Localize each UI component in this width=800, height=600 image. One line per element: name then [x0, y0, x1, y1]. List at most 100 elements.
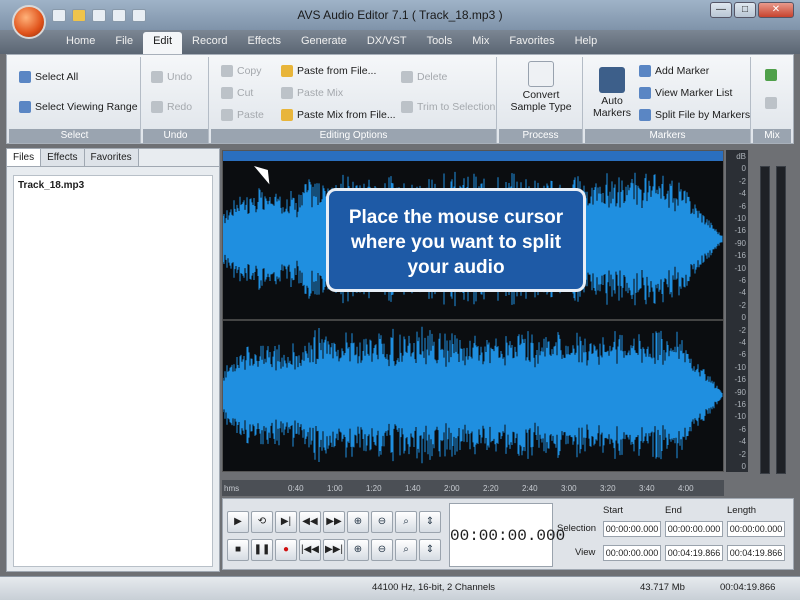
mix-remove-button[interactable]: [765, 97, 777, 109]
mix-add-button[interactable]: [765, 69, 777, 81]
add-marker-button[interactable]: Add Marker: [639, 65, 709, 77]
zoom-in-icon[interactable]: ⊕: [347, 511, 369, 533]
audio-format-text: 44100 Hz, 16-bit, 2 Channels: [372, 582, 496, 593]
paste-from-file-button[interactable]: Paste from File...: [281, 65, 376, 77]
record-button[interactable]: ●: [275, 539, 297, 561]
pause-button[interactable]: ❚❚: [251, 539, 273, 561]
db-tick-label: -6: [738, 424, 746, 434]
tab-effects[interactable]: Effects: [41, 149, 85, 166]
menu-record[interactable]: Record: [182, 30, 237, 54]
time-tick-label: 1:20: [366, 484, 382, 493]
length-header: Length: [727, 505, 757, 516]
stop-button[interactable]: ■: [227, 539, 249, 561]
channel-right[interactable]: [223, 319, 723, 469]
undo-group: Undo Redo Undo: [143, 57, 209, 143]
select-group-label: Select: [9, 129, 140, 143]
view-length-field[interactable]: 00:04:19.866: [727, 545, 785, 561]
view-end-field[interactable]: 00:04:19.866: [665, 545, 723, 561]
tab-files[interactable]: Files: [7, 149, 42, 166]
time-tick-label: 3:40: [639, 484, 655, 493]
zoom-vertical-out-icon[interactable]: ⊖: [371, 539, 393, 561]
duration-text: 00:04:19.866: [720, 582, 776, 593]
undo-button[interactable]: Undo: [151, 71, 192, 83]
select-all-button[interactable]: Select All: [19, 71, 78, 83]
cut-icon: [221, 87, 233, 99]
menu-mix[interactable]: Mix: [462, 30, 499, 54]
editing-group-label: Editing Options: [211, 129, 496, 143]
level-meter-right: [776, 166, 786, 474]
fast-forward-button[interactable]: ▶▶: [323, 511, 345, 533]
go-to-end-button[interactable]: ▶▶|: [323, 539, 345, 561]
menu-home[interactable]: Home: [56, 30, 105, 54]
redo-button[interactable]: Redo: [151, 101, 192, 113]
menu-tools[interactable]: Tools: [417, 30, 463, 54]
loop-button[interactable]: ⟲: [251, 511, 273, 533]
minimize-button[interactable]: —: [710, 2, 732, 18]
time-tick-label: 1:00: [327, 484, 343, 493]
time-tick-label: 0:40: [288, 484, 304, 493]
undo-group-label: Undo: [143, 129, 208, 143]
go-to-start-button[interactable]: |◀◀: [299, 539, 321, 561]
db-tick-label: -16: [734, 400, 746, 409]
convert-sample-type-button[interactable]: Convert Sample Type: [505, 61, 577, 113]
play-selection-button[interactable]: ▶|: [275, 511, 297, 533]
view-start-field[interactable]: 00:00:00.000: [603, 545, 661, 561]
paste-mix-button[interactable]: Paste Mix: [281, 87, 343, 99]
db-ruler: dB 0 -2 -4 -6 -10 -16 -90 -16 -10 -6 -4 -2 0 -2 -4 -6 -10…: [726, 150, 748, 472]
menu-effects[interactable]: Effects: [238, 30, 291, 54]
waveform-right[interactable]: [223, 321, 723, 469]
timecode-display: 00:00:00.000: [449, 503, 565, 567]
markers-group: Auto Markers Add Marker View Marker List…: [585, 57, 751, 143]
delete-button[interactable]: Delete: [401, 71, 447, 83]
trim-to-selection-button[interactable]: Trim to Selection: [401, 101, 495, 113]
menu-generate[interactable]: Generate: [291, 30, 357, 54]
zoom-selection-icon[interactable]: ⌕: [395, 511, 417, 533]
mix-group: Mix: [753, 57, 791, 143]
auto-markers-button[interactable]: Auto Markers: [589, 67, 635, 119]
rewind-button[interactable]: ◀◀: [299, 511, 321, 533]
zoom-full-icon[interactable]: ⇕: [419, 511, 441, 533]
mix-group-label: Mix: [753, 129, 791, 143]
zoom-custom-icon[interactable]: ⌕: [395, 539, 417, 561]
paste-mix-from-file-button[interactable]: Paste Mix from File...: [281, 109, 396, 121]
split-file-by-markers-button[interactable]: Split File by Markers: [639, 109, 750, 121]
db-tick-label: -6: [738, 350, 746, 360]
time-ruler[interactable]: hms 0:40 1:00 1:20 1:40 2:00 2:20 2:40 3:00 3:20 3…: [222, 480, 724, 496]
db-tick-label: -10: [734, 263, 746, 273]
db-tick-label: -2: [738, 449, 746, 459]
auto-markers-icon: [599, 67, 625, 93]
play-button[interactable]: ▶: [227, 511, 249, 533]
db-tick-label: -6: [738, 276, 746, 285]
instruction-callout: Place the mouse cursor where you want to…: [326, 188, 586, 292]
menu-favorites[interactable]: Favorites: [499, 30, 564, 54]
view-marker-list-button[interactable]: View Marker List: [639, 87, 732, 99]
app-menu-button[interactable]: [12, 5, 46, 39]
overview-bar[interactable]: [223, 151, 723, 161]
menu-dxvst[interactable]: DX/VST: [357, 30, 417, 54]
maximize-button[interactable]: □: [734, 2, 756, 18]
copy-button[interactable]: Copy: [221, 65, 262, 77]
cut-button[interactable]: Cut: [221, 87, 253, 99]
zoom-vertical-in-icon[interactable]: ⊕: [347, 539, 369, 561]
zoom-out-icon[interactable]: ⊖: [371, 511, 393, 533]
tab-favorites[interactable]: Favorites: [84, 149, 139, 166]
selection-end-field[interactable]: 00:00:00.000: [665, 521, 723, 537]
transport-panel: ▶ ⟲ ▶| ◀◀ ▶▶ ■ ❚❚ ● |◀◀ ▶▶| ⊕ ⊖ ⌕ ⇕ ⊕ ⊖ …: [222, 498, 794, 570]
time-tick-label: 2:00: [444, 484, 460, 493]
paste-button[interactable]: Paste: [221, 109, 264, 121]
selection-length-field[interactable]: 00:00:00.000: [727, 521, 785, 537]
menu-edit[interactable]: Edit: [143, 32, 183, 56]
db-tick-label: 0: [741, 462, 746, 471]
menu-file[interactable]: File: [105, 30, 143, 54]
menu-help[interactable]: Help: [565, 30, 608, 54]
close-button[interactable]: ✕: [758, 2, 794, 18]
selection-start-field[interactable]: 00:00:00.000: [603, 521, 661, 537]
range-icon: [19, 101, 31, 113]
window-title: AVS Audio Editor 7.1 ( Track_18.mp3 ): [297, 8, 503, 22]
select-viewing-range-button[interactable]: Select Viewing Range: [19, 101, 138, 113]
add-marker-icon: [639, 65, 651, 77]
zoom-reset-icon[interactable]: ⇕: [419, 539, 441, 561]
file-item[interactable]: Track_18.mp3: [18, 180, 208, 191]
redo-icon: [151, 101, 163, 113]
db-tick-label: -2: [738, 325, 746, 335]
